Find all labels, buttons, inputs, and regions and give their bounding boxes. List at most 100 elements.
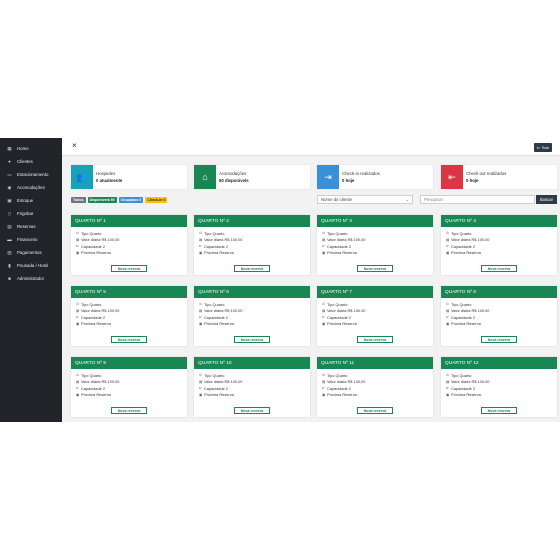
room-capacidade-text: Capacidade 2 [451, 314, 476, 320]
new-reservation-button[interactable]: Nova reserva [357, 407, 393, 414]
room-valor-text: Valor diária R$ 100,00 [327, 379, 366, 385]
new-reservation-button[interactable]: Nova reserva [234, 407, 270, 414]
sidebar-item[interactable]: ◉ Acomodações [0, 181, 62, 194]
sidebar-item-label: Home [17, 146, 29, 151]
sidebar-item[interactable]: ● Clientes [0, 155, 62, 168]
main-content: 👥 Hospedes 0 atualmente ⌂ Acomodações 50 disp… [62, 156, 560, 422]
sidebar-item[interactable]: ▦ Home [0, 142, 62, 155]
room-proxima-text: Próxima Reserva [327, 392, 357, 398]
search-field-select[interactable]: Nome do cliente ⌄ [317, 195, 413, 204]
exit-button[interactable]: ⇦ Sair [533, 143, 552, 152]
room-title: QUARTO Nº 10 [194, 357, 310, 369]
room-card: QUARTO Nº 5 ⊙ Tipo Quarto ▤ Valor diária R$ … [71, 286, 187, 346]
room-card: QUARTO Nº 12 ⊙ Tipo Quarto ▤ Valor diária R$… [441, 357, 557, 417]
room-proxima: ▣ Próxima Reserva [441, 392, 557, 399]
room-proxima-text: Próxima Reserva [451, 392, 481, 398]
room-title: QUARTO Nº 3 [317, 215, 433, 227]
room-valor-text: Valor diária R$ 100,00 [81, 308, 120, 314]
room-tipo-text: Tipo Quarto [451, 372, 472, 378]
stat-label: Check-out realizados [466, 171, 507, 176]
room-capacidade-text: Capacidade 2 [204, 314, 229, 320]
room-tipo-text: Tipo Quarto [81, 301, 102, 307]
room-proxima-text: Próxima Reserva [451, 250, 481, 256]
room-title: QUARTO Nº 2 [194, 215, 310, 227]
room-proxima: ▣ Próxima Reserva [317, 250, 433, 257]
room-proxima: ▣ Próxima Reserva [194, 321, 310, 328]
room-capacidade-text: Capacidade 2 [327, 243, 352, 249]
room-card: QUARTO Nº 3 ⊙ Tipo Quarto ▤ Valor diária R$ … [317, 215, 433, 275]
filter-badge[interactable]: Check-in 0 [145, 197, 168, 203]
new-reservation-button[interactable]: Nova reserva [481, 336, 517, 343]
lock-icon: ■ [8, 276, 11, 281]
room-capacidade-text: Capacidade 2 [81, 314, 106, 320]
room-capacidade-text: Capacidade 2 [451, 243, 476, 249]
checkout-icon: ⇤ [441, 165, 463, 189]
new-reservation-button[interactable]: Nova reserva [481, 265, 517, 272]
filter-badge[interactable]: Todos [71, 197, 86, 203]
room-proxima-text: Próxima Reserva [81, 392, 111, 398]
sidebar-item[interactable]: ▯ Frigobar [0, 207, 62, 220]
new-reservation-button[interactable]: Nova reserva [234, 336, 270, 343]
room-capacidade-text: Capacidade 2 [204, 385, 229, 391]
stat-label: Hospedes [96, 171, 116, 176]
new-reservation-button[interactable]: Nova reserva [481, 407, 517, 414]
room-proxima: ▣ Próxima Reserva [317, 321, 433, 328]
room-proxima-text: Próxima Reserva [204, 392, 234, 398]
new-reservation-button[interactable]: Nova reserva [357, 265, 393, 272]
filter-badge[interactable]: Ocupados 0 [118, 197, 144, 203]
sidebar-item[interactable]: ▭ Estacionamento [0, 168, 62, 181]
filter-badge[interactable]: Disponíveis 50 [87, 197, 117, 203]
room-valor-text: Valor diária R$ 100,00 [451, 237, 490, 243]
calendar-icon: ▤ [7, 223, 12, 229]
room-tipo-text: Tipo Quarto [204, 301, 225, 307]
users-icon: 👥 [71, 165, 93, 189]
room-capacidade-text: Capacidade 2 [327, 385, 352, 391]
sidebar-item-label: Reservas [17, 224, 36, 229]
new-reservation-button[interactable]: Nova reserva [111, 265, 147, 272]
sidebar-item[interactable]: ▤ Reservas [0, 220, 62, 233]
room-card: QUARTO Nº 9 ⊙ Tipo Quarto ▤ Valor diária R$ … [71, 357, 187, 417]
room-proxima-text: Próxima Reserva [327, 321, 357, 327]
room-card: QUARTO Nº 11 ⊙ Tipo Quarto ▤ Valor diária R$… [317, 357, 433, 417]
sidebar-item[interactable]: ■ Administrador [0, 272, 62, 285]
room-capacidade-text: Capacidade 2 [204, 243, 229, 249]
stat-card: ⇥ Check-in realizados 0 hoje [317, 165, 433, 189]
sidebar-item-label: Acomodações [17, 185, 45, 190]
room-proxima: ▣ Próxima Reserva [441, 250, 557, 257]
room-valor-text: Valor diária R$ 100,00 [451, 379, 490, 385]
sidebar-item[interactable]: ▣ Estoque [0, 194, 62, 207]
sidebar-item[interactable]: ▬ Financeiro [0, 233, 62, 246]
room-tipo-text: Tipo Quarto [327, 301, 348, 307]
stat-value: 0 atualmente [96, 178, 123, 183]
room-proxima-text: Próxima Reserva [327, 250, 357, 256]
exit-label: Sair [541, 145, 549, 150]
stat-value: 0 hoje [342, 178, 355, 183]
new-reservation-button[interactable]: Nova reserva [111, 336, 147, 343]
room-capacidade-text: Capacidade 2 [451, 385, 476, 391]
room-tipo-text: Tipo Quarto [81, 372, 102, 378]
sidebar-item[interactable]: ▮ Pousada / Hotel [0, 259, 62, 272]
room-capacidade-text: Capacidade 2 [81, 243, 106, 249]
search-input[interactable]: Pesquisar [420, 195, 535, 204]
new-reservation-button[interactable]: Nova reserva [111, 407, 147, 414]
room-tipo-text: Tipo Quarto [81, 230, 102, 236]
close-button[interactable]: × [72, 141, 77, 150]
new-reservation-button[interactable]: Nova reserva [357, 336, 393, 343]
room-proxima-text: Próxima Reserva [204, 250, 234, 256]
car-icon: ▭ [7, 171, 12, 177]
room-tipo-text: Tipo Quarto [451, 230, 472, 236]
room-valor-text: Valor diária R$ 100,00 [81, 237, 120, 243]
card-icon: ▥ [7, 249, 12, 255]
room-title: QUARTO Nº 5 [71, 286, 187, 298]
room-card: QUARTO Nº 1 ⊙ Tipo Quarto ▤ Valor diária R$ … [71, 215, 187, 275]
grid-icon: ▦ [7, 145, 12, 151]
room-title: QUARTO Nº 6 [194, 286, 310, 298]
sidebar-item[interactable]: ▥ Pagamentos [0, 246, 62, 259]
sidebar-item-label: Clientes [17, 159, 33, 164]
room-title: QUARTO Nº 12 [441, 357, 557, 369]
room-tipo-text: Tipo Quarto [204, 230, 225, 236]
sidebar: ▦ Home ● Clientes ▭ Estacionamento ◉ Acomodaçõe… [0, 138, 62, 422]
room-title: QUARTO Nº 11 [317, 357, 433, 369]
search-button[interactable]: Buscar [536, 195, 557, 204]
new-reservation-button[interactable]: Nova reserva [234, 265, 270, 272]
